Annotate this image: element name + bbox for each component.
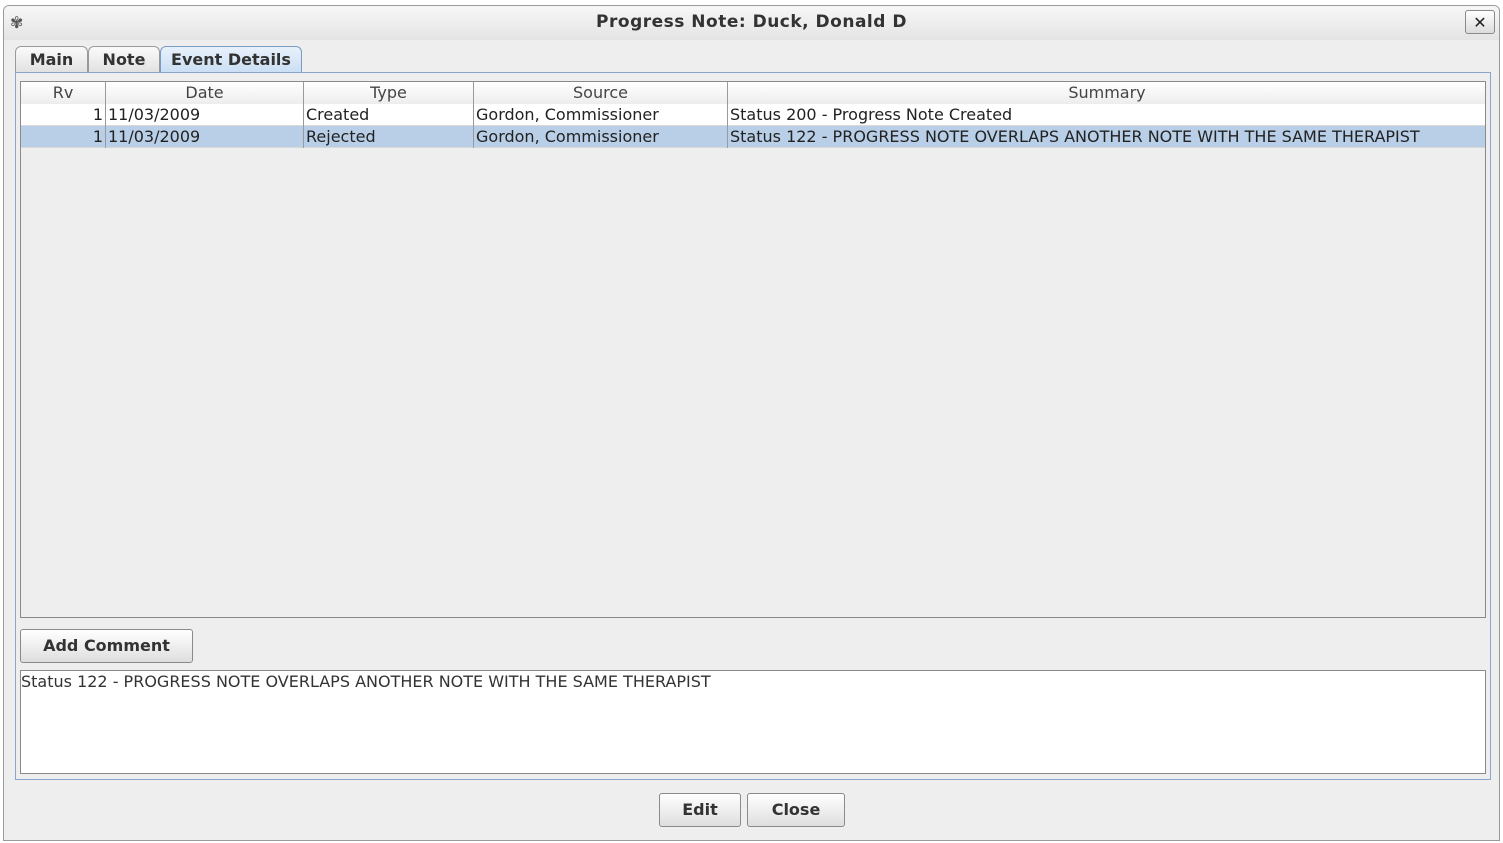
- title-bar[interactable]: ✾ Progress Note: Duck, Donald D ✕: [4, 6, 1499, 40]
- close-button[interactable]: Close: [747, 793, 845, 827]
- table-header: Rv Date Type Source Summary: [21, 82, 1485, 105]
- cell-type: Created: [304, 104, 474, 126]
- add-comment-label: Add Comment: [43, 636, 170, 655]
- tab-note[interactable]: Note: [88, 46, 160, 72]
- cell-summary: Status 200 - Progress Note Created: [728, 104, 1485, 126]
- cell-type: Rejected: [304, 126, 474, 148]
- column-header-date[interactable]: Date: [106, 82, 304, 104]
- column-header-type[interactable]: Type: [304, 82, 474, 104]
- cell-summary: Status 122 - PROGRESS NOTE OVERLAPS ANOT…: [728, 126, 1485, 148]
- table-row[interactable]: 1 11/03/2009 Created Gordon, Commissione…: [21, 104, 1485, 126]
- add-comment-button[interactable]: Add Comment: [20, 629, 193, 663]
- comment-textarea[interactable]: Status 122 - PROGRESS NOTE OVERLAPS ANOT…: [20, 670, 1486, 774]
- cell-date: 11/03/2009: [106, 104, 304, 126]
- table-row[interactable]: 1 11/03/2009 Rejected Gordon, Commission…: [21, 126, 1485, 148]
- window-close-icon[interactable]: ✕: [1465, 10, 1495, 34]
- column-header-summary[interactable]: Summary: [728, 82, 1485, 104]
- cell-rv: 1: [21, 104, 106, 126]
- tab-event-details[interactable]: Event Details: [160, 46, 302, 74]
- column-header-source[interactable]: Source: [474, 82, 728, 104]
- progress-note-window: ✾ Progress Note: Duck, Donald D ✕ Main N…: [3, 5, 1500, 841]
- window-title: Progress Note: Duck, Donald D: [596, 12, 907, 32]
- event-table[interactable]: Rv Date Type Source Summary 1 11/03/2009…: [20, 81, 1486, 618]
- cell-date: 11/03/2009: [106, 126, 304, 148]
- tab-main[interactable]: Main: [15, 46, 88, 72]
- edit-button[interactable]: Edit: [659, 793, 741, 827]
- cell-rv: 1: [21, 126, 106, 148]
- column-header-rv[interactable]: Rv: [21, 82, 106, 104]
- cell-source: Gordon, Commissioner: [474, 104, 728, 126]
- event-details-panel: Rv Date Type Source Summary 1 11/03/2009…: [15, 72, 1491, 780]
- cell-source: Gordon, Commissioner: [474, 126, 728, 148]
